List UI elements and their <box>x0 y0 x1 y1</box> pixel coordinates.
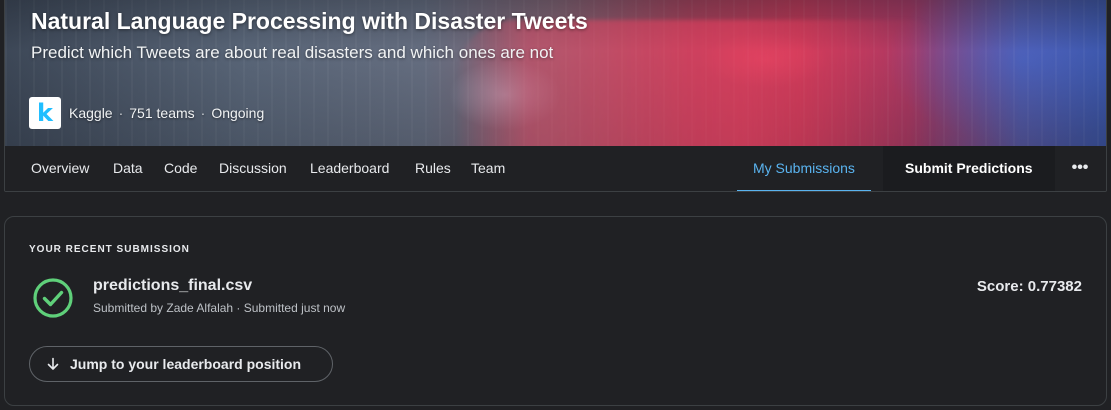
tab-team[interactable]: Team <box>471 146 505 191</box>
tab-discussion[interactable]: Discussion <box>219 146 287 191</box>
competition-tabs: Overview Data Code Discussion Leaderboar… <box>5 146 1106 191</box>
competition-title: Natural Language Processing with Disaste… <box>31 8 588 34</box>
submission-meta: Submitted by Zade Alfalah · Submitted ju… <box>93 301 346 315</box>
tab-overview[interactable]: Overview <box>31 146 89 191</box>
arrow-down-icon <box>47 357 59 370</box>
tab-my-submissions[interactable]: My Submissions <box>737 146 871 191</box>
host-meta: Kaggle · 751 teams · Ongoing <box>69 105 264 121</box>
recent-submission-card: YOUR RECENT SUBMISSION predictions_final… <box>4 216 1107 406</box>
host-info: k Kaggle · 751 teams · Ongoing <box>29 97 264 129</box>
jump-to-leaderboard-button[interactable]: Jump to your leaderboard position <box>29 346 333 382</box>
section-heading: YOUR RECENT SUBMISSION <box>29 244 190 255</box>
kaggle-logo-icon[interactable]: k <box>29 97 61 129</box>
tab-rules[interactable]: Rules <box>415 146 451 191</box>
competition-status: Ongoing <box>211 105 265 121</box>
submission-file-name: predictions_final.csv <box>93 277 253 294</box>
more-options-icon[interactable]: ••• <box>1065 146 1095 191</box>
competition-header: Natural Language Processing with Disaste… <box>4 0 1107 192</box>
competition-subtitle: Predict which Tweets are about real disa… <box>31 43 554 62</box>
submit-predictions-button[interactable]: Submit Predictions <box>883 146 1055 191</box>
check-circle-icon <box>33 278 73 318</box>
host-logo-letter: k <box>37 99 53 127</box>
jump-to-leaderboard-label: Jump to your leaderboard position <box>70 356 302 372</box>
separator-dot: · <box>200 105 206 121</box>
tab-leaderboard[interactable]: Leaderboard <box>310 146 389 191</box>
tab-code[interactable]: Code <box>164 146 197 191</box>
team-count: 751 teams <box>129 105 195 121</box>
host-name[interactable]: Kaggle <box>69 105 113 121</box>
page: Natural Language Processing with Disaste… <box>0 0 1111 410</box>
submission-score: Score: 0.77382 <box>976 278 1082 295</box>
separator-dot: · <box>118 105 124 121</box>
tab-data[interactable]: Data <box>113 146 143 191</box>
